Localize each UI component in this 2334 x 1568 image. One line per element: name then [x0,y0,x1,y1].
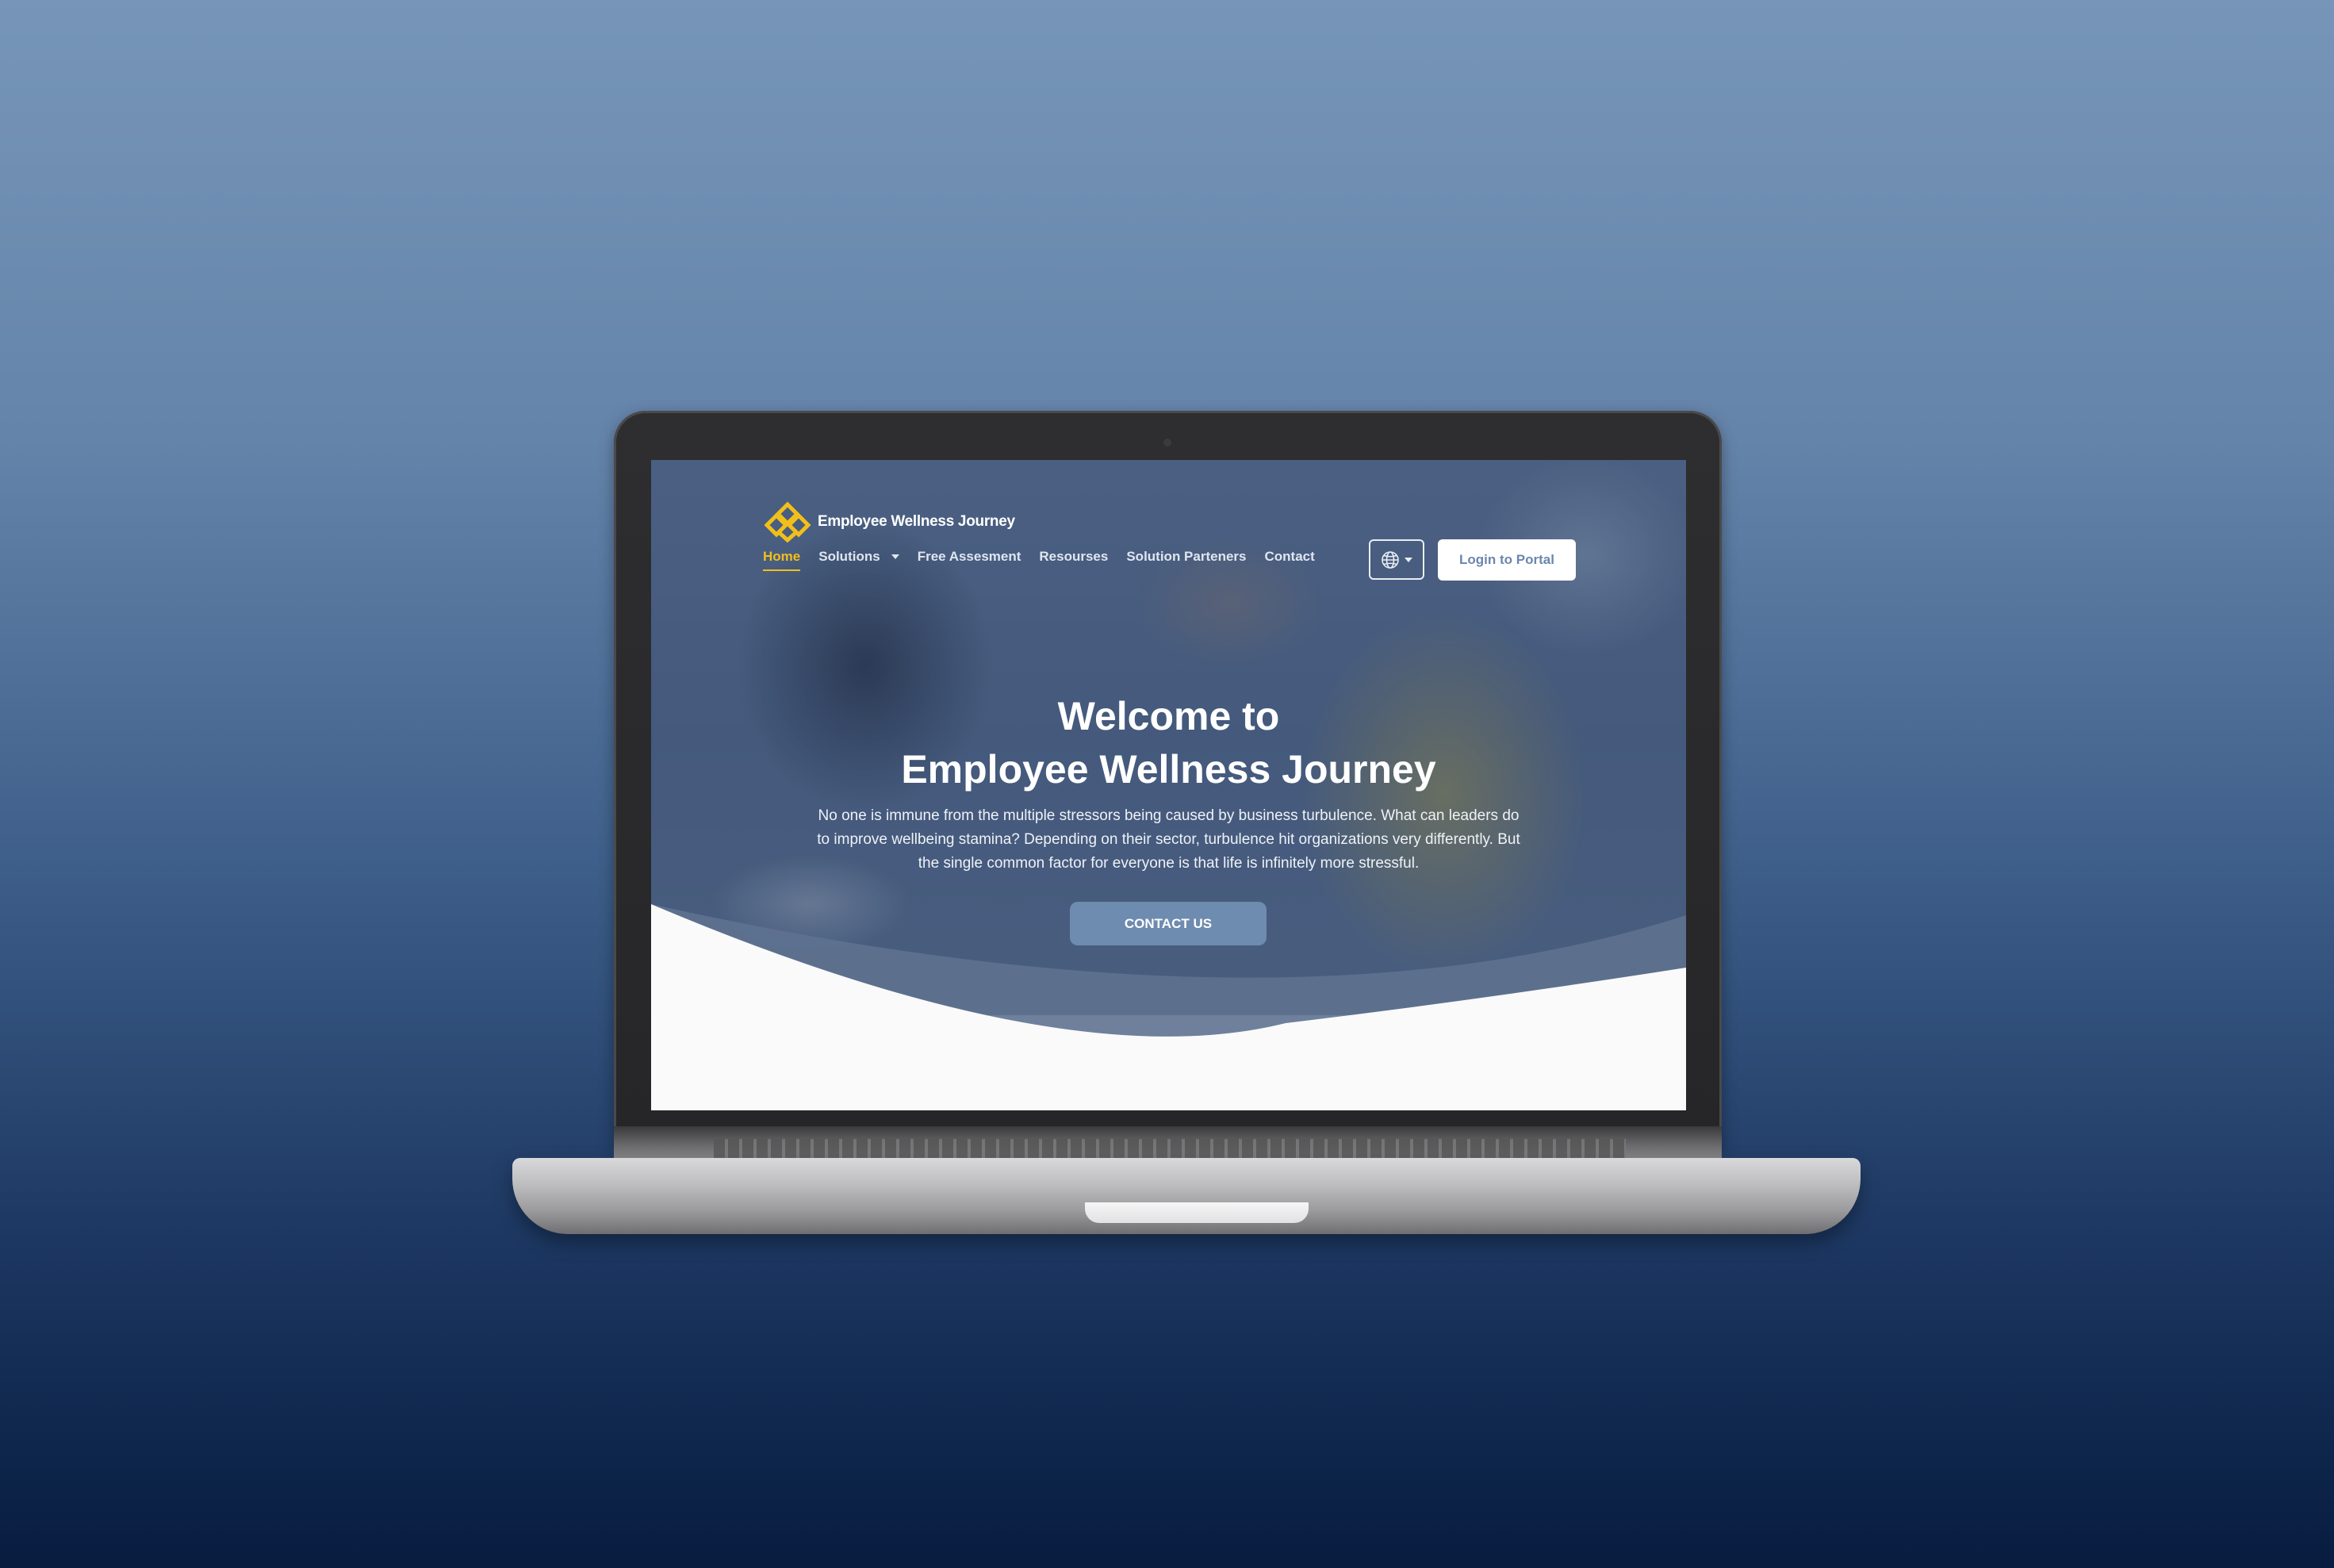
nav-item-label: Solutions [818,549,880,564]
contact-us-button[interactable]: CONTACT US [1070,902,1267,945]
site-logo[interactable]: Employee Wellness Journey [762,501,1015,542]
hero-title: Welcome to Employee Wellness Journey [651,690,1686,796]
nav-item-free-assessment[interactable]: Free Assesment [918,549,1021,565]
login-to-portal-button[interactable]: Login to Portal [1438,539,1576,581]
nav-item-resources[interactable]: Resourses [1039,549,1108,565]
nav-item-label: Free Assesment [917,549,1021,564]
nav-item-solutions[interactable]: Solutions [818,549,899,565]
nav-item-solution-partners[interactable]: Solution Parteners [1126,549,1246,565]
chevron-down-icon [1405,557,1412,562]
globe-icon [1382,550,1399,569]
nav-item-label: Solution Parteners [1126,549,1247,564]
laptop-screen: Employee Wellness Journey Home Solutions… [651,460,1686,1110]
webcam-dot [1163,439,1171,447]
language-selector[interactable] [1369,539,1424,580]
chevron-down-icon [891,554,899,559]
nav-item-label: Resourses [1039,549,1109,564]
hero-description: No one is immune from the multiple stres… [817,807,1520,872]
hero-title-line-2: Employee Wellness Journey [901,747,1436,792]
hero-title-line-1: Welcome to [1057,694,1280,738]
brand-name: Employee Wellness Journey [818,513,1015,530]
diamond-knot-logo-icon [764,501,811,542]
main-nav: Home Solutions Free Assesment Resourses … [763,549,1333,571]
nav-item-home[interactable]: Home [763,549,801,571]
nav-item-label: Home [763,549,801,564]
nav-item-label: Contact [1264,549,1315,564]
nav-item-contact[interactable]: Contact [1264,549,1314,565]
laptop-base-notch [1085,1202,1309,1223]
